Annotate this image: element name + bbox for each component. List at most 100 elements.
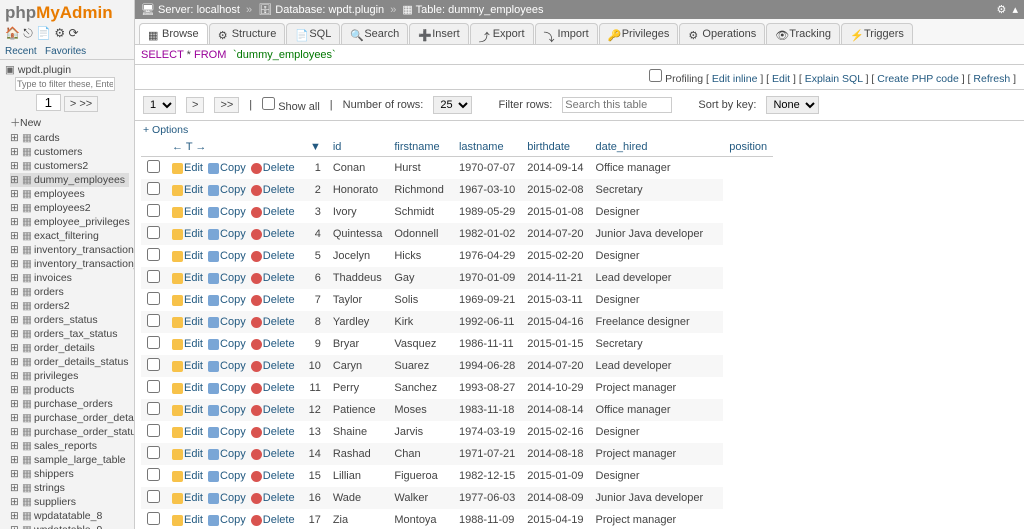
table-link[interactable]: dummy_employees bbox=[448, 4, 543, 16]
server-link[interactable]: localhost bbox=[197, 4, 240, 16]
last-page-btn[interactable]: >> bbox=[214, 97, 239, 113]
sort-select[interactable]: None bbox=[766, 96, 819, 114]
edit-row[interactable]: Edit bbox=[172, 470, 203, 482]
copy-row[interactable]: Copy bbox=[208, 470, 246, 482]
next-page-btn[interactable]: > bbox=[186, 97, 204, 113]
table-row[interactable]: Edit Copy Delete13ShaineJarvis1974-03-19… bbox=[141, 421, 773, 443]
table-node-privileges[interactable]: ⊞▦privileges bbox=[10, 369, 129, 383]
table-row[interactable]: Edit Copy Delete11PerrySanchez1993-08-27… bbox=[141, 377, 773, 399]
explain-link[interactable]: Explain SQL bbox=[805, 73, 863, 85]
edit-row[interactable]: Edit bbox=[172, 338, 203, 350]
row-checkbox[interactable] bbox=[147, 270, 160, 283]
row-checkbox[interactable] bbox=[147, 248, 160, 261]
options-toggle[interactable]: + Options bbox=[143, 124, 188, 136]
copy-row[interactable]: Copy bbox=[208, 206, 246, 218]
delete-row[interactable]: Delete bbox=[251, 316, 295, 328]
edit-row[interactable]: Edit bbox=[172, 272, 203, 284]
table-row[interactable]: Edit Copy Delete5JocelynHicks1976-04-292… bbox=[141, 245, 773, 267]
edit-row[interactable]: Edit bbox=[172, 228, 203, 240]
copy-row[interactable]: Copy bbox=[208, 272, 246, 284]
table-row[interactable]: Edit Copy Delete17ZiaMontoya1988-11-0920… bbox=[141, 509, 773, 529]
table-node-inventory_transaction_types[interactable]: ⊞▦inventory_transaction_types bbox=[10, 257, 129, 271]
table-node-orders_status[interactable]: ⊞▦orders_status bbox=[10, 313, 129, 327]
sidebar-quick-icons[interactable]: 🏠 ⎋ 📄 ⚙ ⟳ bbox=[0, 26, 134, 44]
delete-row[interactable]: Delete bbox=[251, 514, 295, 526]
copy-row[interactable]: Copy bbox=[208, 492, 246, 504]
table-node-employees[interactable]: ⊞▦employees bbox=[10, 187, 129, 201]
edit-link[interactable]: Edit bbox=[772, 73, 790, 85]
delete-row[interactable]: Delete bbox=[251, 206, 295, 218]
table-node-order_details_status[interactable]: ⊞▦order_details_status bbox=[10, 355, 129, 369]
delete-row[interactable]: Delete bbox=[251, 492, 295, 504]
table-node-employee_privileges[interactable]: ⊞▦employee_privileges bbox=[10, 215, 129, 229]
edit-row[interactable]: Edit bbox=[172, 206, 203, 218]
col-position[interactable]: position bbox=[723, 138, 773, 157]
edit-row[interactable]: Edit bbox=[172, 426, 203, 438]
table-node-purchase_order_details[interactable]: ⊞▦purchase_order_details bbox=[10, 411, 129, 425]
table-row[interactable]: Edit Copy Delete2HonoratoRichmond1967-03… bbox=[141, 179, 773, 201]
table-node-order_details[interactable]: ⊞▦order_details bbox=[10, 341, 129, 355]
table-row[interactable]: Edit Copy Delete1ConanHurst1970-07-07201… bbox=[141, 157, 773, 180]
table-node-purchase_order_status[interactable]: ⊞▦purchase_order_status bbox=[10, 425, 129, 439]
table-row[interactable]: Edit Copy Delete10CarynSuarez1994-06-282… bbox=[141, 355, 773, 377]
row-checkbox[interactable] bbox=[147, 380, 160, 393]
edit-row[interactable]: Edit bbox=[172, 404, 203, 416]
table-node-exact_filtering[interactable]: ⊞▦exact_filtering bbox=[10, 229, 129, 243]
edit-row[interactable]: Edit bbox=[172, 250, 203, 262]
edit-row[interactable]: Edit bbox=[172, 514, 203, 526]
row-checkbox[interactable] bbox=[147, 226, 160, 239]
row-checkbox[interactable] bbox=[147, 512, 160, 525]
table-node-dummy_employees[interactable]: ⊞▦dummy_employees bbox=[10, 173, 129, 187]
profiling-checkbox[interactable] bbox=[649, 69, 662, 82]
numrows-select[interactable]: 25 bbox=[433, 96, 472, 114]
col-lastname[interactable]: lastname bbox=[453, 138, 521, 157]
tab-structure[interactable]: ⚙Structure bbox=[209, 23, 286, 44]
table-node-employees2[interactable]: ⊞▦employees2 bbox=[10, 201, 129, 215]
tab-browse[interactable]: ▦Browse bbox=[139, 23, 208, 44]
tab-tracking[interactable]: 👁Tracking bbox=[766, 23, 840, 44]
delete-row[interactable]: Delete bbox=[251, 360, 295, 372]
table-node-cards[interactable]: ⊞▦cards bbox=[10, 131, 129, 145]
table-row[interactable]: Edit Copy Delete15LillianFigueroa1982-12… bbox=[141, 465, 773, 487]
row-checkbox[interactable] bbox=[147, 468, 160, 481]
row-checkbox[interactable] bbox=[147, 490, 160, 503]
table-row[interactable]: Edit Copy Delete12PatienceMoses1983-11-1… bbox=[141, 399, 773, 421]
table-node-customers[interactable]: ⊞▦customers bbox=[10, 145, 129, 159]
table-row[interactable]: Edit Copy Delete16WadeWalker1977-06-0320… bbox=[141, 487, 773, 509]
table-node-strings[interactable]: ⊞▦strings bbox=[10, 481, 129, 495]
delete-row[interactable]: Delete bbox=[251, 338, 295, 350]
edit-row[interactable]: Edit bbox=[172, 316, 203, 328]
db-link[interactable]: wpdt.plugin bbox=[328, 4, 384, 16]
table-page-input[interactable] bbox=[36, 94, 61, 111]
table-filter-input[interactable] bbox=[15, 77, 115, 91]
delete-row[interactable]: Delete bbox=[251, 404, 295, 416]
edit-row[interactable]: Edit bbox=[172, 294, 203, 306]
table-row[interactable]: Edit Copy Delete3IvorySchmidt1989-05-292… bbox=[141, 201, 773, 223]
recent-link[interactable]: Recent bbox=[5, 46, 37, 57]
filter-input[interactable] bbox=[562, 97, 672, 113]
copy-row[interactable]: Copy bbox=[208, 338, 246, 350]
table-node-wpdatatable_9[interactable]: ⊞▦wpdatatable_9 bbox=[10, 523, 129, 529]
table-node-sample_large_table[interactable]: ⊞▦sample_large_table bbox=[10, 453, 129, 467]
delete-row[interactable]: Delete bbox=[251, 162, 295, 174]
settings-icon[interactable]: ⚙ bbox=[996, 4, 1006, 16]
tab-import[interactable]: ⤵Import bbox=[535, 23, 598, 44]
col-birthdate[interactable]: birthdate bbox=[521, 138, 589, 157]
copy-row[interactable]: Copy bbox=[208, 426, 246, 438]
row-checkbox[interactable] bbox=[147, 182, 160, 195]
col-date_hired[interactable]: date_hired bbox=[590, 138, 724, 157]
show-all-checkbox[interactable] bbox=[262, 97, 275, 110]
table-node-orders[interactable]: ⊞▦orders bbox=[10, 285, 129, 299]
delete-row[interactable]: Delete bbox=[251, 272, 295, 284]
table-row[interactable]: Edit Copy Delete6ThaddeusGay1970-01-0920… bbox=[141, 267, 773, 289]
edit-row[interactable]: Edit bbox=[172, 162, 203, 174]
edit-row[interactable]: Edit bbox=[172, 360, 203, 372]
delete-row[interactable]: Delete bbox=[251, 228, 295, 240]
copy-row[interactable]: Copy bbox=[208, 404, 246, 416]
row-checkbox[interactable] bbox=[147, 314, 160, 327]
col-id[interactable]: id bbox=[327, 138, 389, 157]
tab-export[interactable]: ⤴Export bbox=[470, 23, 534, 44]
edit-row[interactable]: Edit bbox=[172, 382, 203, 394]
row-checkbox[interactable] bbox=[147, 204, 160, 217]
row-checkbox[interactable] bbox=[147, 446, 160, 459]
